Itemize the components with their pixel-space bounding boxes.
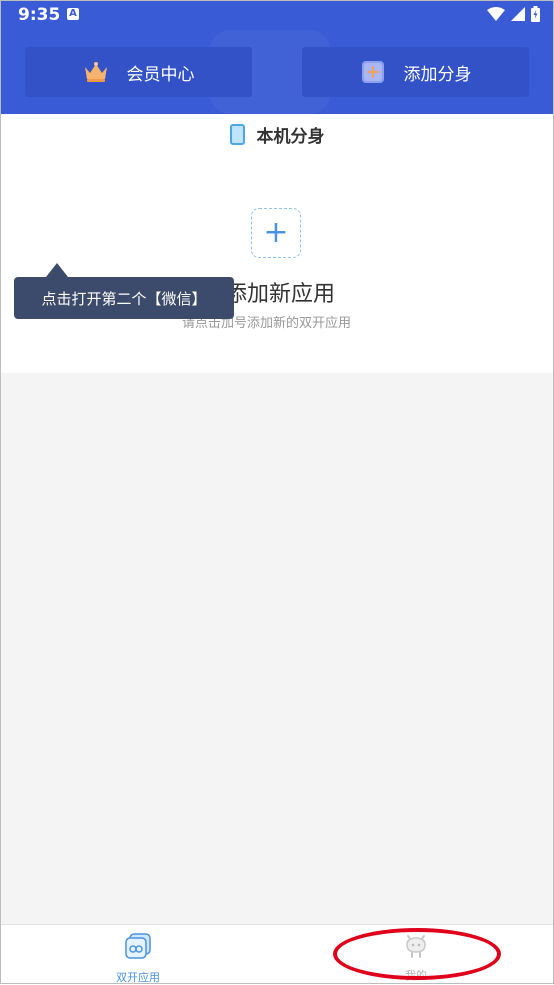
top-header: 9:35 A 会员中心 添加分身 (0, 0, 554, 114)
bottom-nav: 双开应用 我的 (0, 924, 554, 985)
dual-apps-icon (123, 931, 153, 964)
local-clone-title: 本机分身 (0, 122, 554, 147)
local-clone-label: 本机分身 (256, 127, 325, 147)
tab-dual-apps-label: 双开应用 (116, 971, 160, 984)
open-wechat-tooltip[interactable]: 点击打开第二个【微信】 (14, 277, 234, 319)
tab-mine-label: 我的 (405, 969, 427, 982)
add-app-title: 添加新应用 (225, 282, 336, 307)
add-app-button[interactable]: + (251, 208, 301, 258)
tooltip-arrow (46, 263, 68, 277)
tab-dual-apps[interactable]: 双开应用 (78, 931, 198, 985)
add-clone-label: 添加分身 (403, 64, 472, 85)
tooltip-text: 点击打开第二个【微信】 (41, 289, 207, 308)
vip-center-label: 会员中心 (126, 64, 195, 85)
signal-icon (511, 7, 525, 21)
notification-icon: A (67, 8, 79, 20)
status-bar: 9:35 A (0, 0, 554, 30)
add-clone-button[interactable]: 添加分身 (302, 47, 529, 97)
wifi-icon (487, 7, 505, 21)
status-time: 9:35 (18, 5, 61, 25)
crown-icon (83, 61, 109, 83)
phone-icon (229, 124, 245, 145)
profile-icon (402, 931, 430, 962)
status-icons (487, 6, 540, 22)
add-clone-icon (360, 59, 386, 85)
tab-mine[interactable]: 我的 (356, 931, 476, 983)
battery-icon (531, 6, 540, 22)
vip-center-button[interactable]: 会员中心 (25, 47, 252, 97)
